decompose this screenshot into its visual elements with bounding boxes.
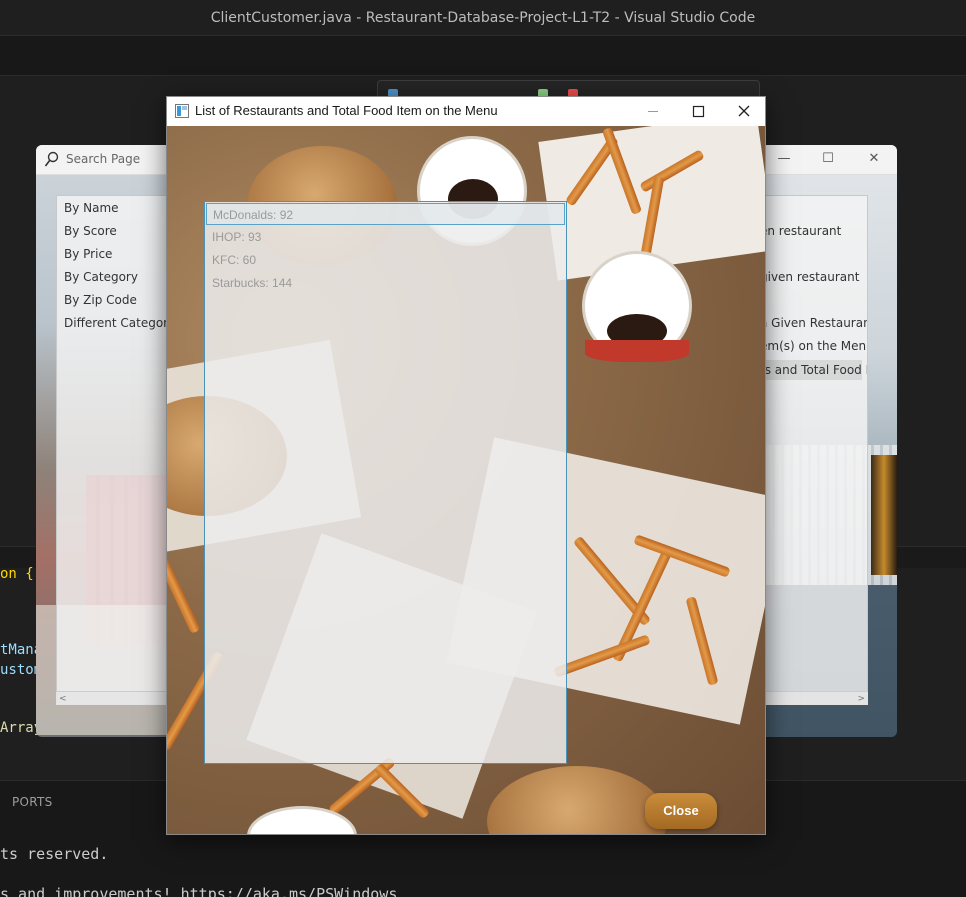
query-menu-window: — ☐ ✕ en restaurant given restaurant a G… [766, 145, 897, 737]
query-menu-title-bar: — ☐ ✕ [766, 145, 897, 175]
terminal-line: ts reserved. [0, 845, 109, 863]
list-item-by-score[interactable]: By Score [64, 224, 117, 238]
list-item-different-category[interactable]: Different Category [64, 316, 175, 330]
vscode-tab-bar [0, 36, 966, 76]
minimize-icon[interactable]: — [776, 151, 792, 166]
dialog-title: List of Restaurants and Total Food Item … [195, 103, 498, 118]
terminal-line: s and improvements! https://aka.ms/PSWin… [0, 885, 398, 897]
maximize-icon[interactable] [675, 97, 721, 126]
search-options-list[interactable]: By Name By Score By Price By Category By… [56, 195, 176, 705]
vscode-title-bar: ClientCustomer.java - Restaurant-Databas… [0, 0, 966, 36]
list-item-selected[interactable]: ts and Total Food It [766, 360, 867, 380]
app-window-icon [175, 104, 189, 118]
minimize-icon[interactable] [630, 97, 676, 126]
tab-ports[interactable]: PORTS [12, 795, 53, 809]
horizontal-scrollbar[interactable]: < [56, 691, 176, 705]
list-item-by-zip-code[interactable]: By Zip Code [64, 293, 137, 307]
horizontal-scrollbar[interactable]: > [766, 691, 868, 705]
list-item[interactable]: given restaurant [766, 270, 859, 284]
food-photo-decor [582, 251, 692, 362]
code-line: on { [0, 566, 34, 582]
scroll-left-arrow-icon[interactable]: < [59, 694, 67, 704]
food-photo-decor [487, 766, 667, 834]
query-options-list[interactable]: en restaurant given restaurant a Given R… [766, 195, 868, 705]
list-item-restaurant[interactable]: McDonalds: 92 [206, 203, 565, 225]
close-icon[interactable] [721, 97, 766, 126]
search-page-title-bar: Search Page [36, 145, 186, 175]
list-item-by-name[interactable]: By Name [64, 201, 119, 215]
list-item[interactable]: a Given Restaurant [766, 316, 867, 330]
search-icon [44, 151, 59, 167]
search-page-title: Search Page [66, 152, 141, 166]
list-item-by-price[interactable]: By Price [64, 247, 112, 261]
search-page-window: Search Page By Name By Score By Price By… [36, 145, 186, 737]
food-background-image: McDonalds: 92 IHOP: 93 KFC: 60 Starbucks… [167, 126, 765, 834]
restaurant-food-list[interactable]: McDonalds: 92 IHOP: 93 KFC: 60 Starbucks… [204, 201, 567, 764]
list-item-restaurant[interactable]: Starbucks: 144 [206, 272, 565, 294]
list-item-restaurant[interactable]: IHOP: 93 [206, 226, 565, 248]
food-photo-decor [167, 548, 201, 634]
maximize-icon[interactable]: ☐ [820, 151, 836, 166]
list-item-restaurant[interactable]: KFC: 60 [206, 249, 565, 271]
close-button[interactable]: Close [645, 793, 717, 829]
scroll-right-arrow-icon[interactable]: > [857, 694, 865, 704]
list-item[interactable]: em(s) on the Menu i [766, 339, 867, 353]
close-icon[interactable]: ✕ [866, 151, 882, 166]
list-item[interactable]: en restaurant [766, 224, 841, 238]
dialog-title-bar[interactable]: List of Restaurants and Total Food Item … [167, 97, 766, 126]
restaurant-food-count-dialog: List of Restaurants and Total Food Item … [166, 96, 766, 835]
restaurant-photo-decor [871, 455, 897, 575]
list-item-by-category[interactable]: By Category [64, 270, 138, 284]
